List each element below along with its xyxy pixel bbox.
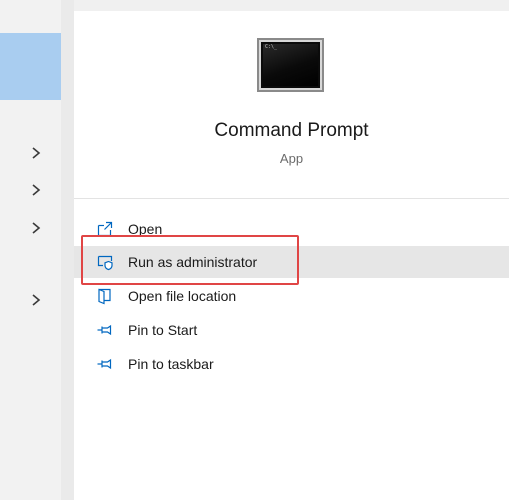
pane-separator (61, 0, 74, 500)
action-label: Open file location (128, 288, 237, 304)
results-list-pane (0, 0, 61, 500)
pin-icon (96, 355, 114, 373)
action-label: Pin to Start (128, 322, 198, 338)
divider (74, 198, 509, 199)
action-label: Pin to taskbar (128, 356, 214, 372)
selected-result[interactable] (0, 33, 61, 100)
action-label: Run as administrator (128, 254, 258, 270)
open-icon (96, 220, 114, 238)
command-prompt-app-icon: C:\_ (257, 38, 324, 92)
action-label: Open (128, 221, 163, 237)
folder-icon (96, 287, 114, 305)
app-type-label: App (279, 151, 304, 166)
app-title: Command Prompt (214, 120, 369, 141)
pin-icon (96, 321, 114, 339)
action-open-file-location[interactable]: Open file location (74, 280, 509, 312)
terminal-prompt-text: C:\_ (265, 44, 278, 50)
chevron-right-icon[interactable] (30, 221, 42, 235)
terminal-screen (263, 44, 318, 86)
shield-icon (96, 253, 114, 271)
chevron-right-icon[interactable] (30, 183, 42, 197)
chevron-right-icon[interactable] (30, 293, 42, 307)
app-details-pane: C:\_ Command Prompt App Open Run as admi… (74, 11, 509, 500)
chevron-right-icon[interactable] (30, 146, 42, 160)
action-pin-to-start[interactable]: Pin to Start (74, 314, 509, 346)
action-open[interactable]: Open (74, 213, 509, 245)
start-menu-search: C:\_ Command Prompt App Open Run as admi… (0, 0, 509, 500)
action-pin-to-taskbar[interactable]: Pin to taskbar (74, 348, 509, 380)
action-run-as-administrator[interactable]: Run as administrator (74, 246, 509, 278)
